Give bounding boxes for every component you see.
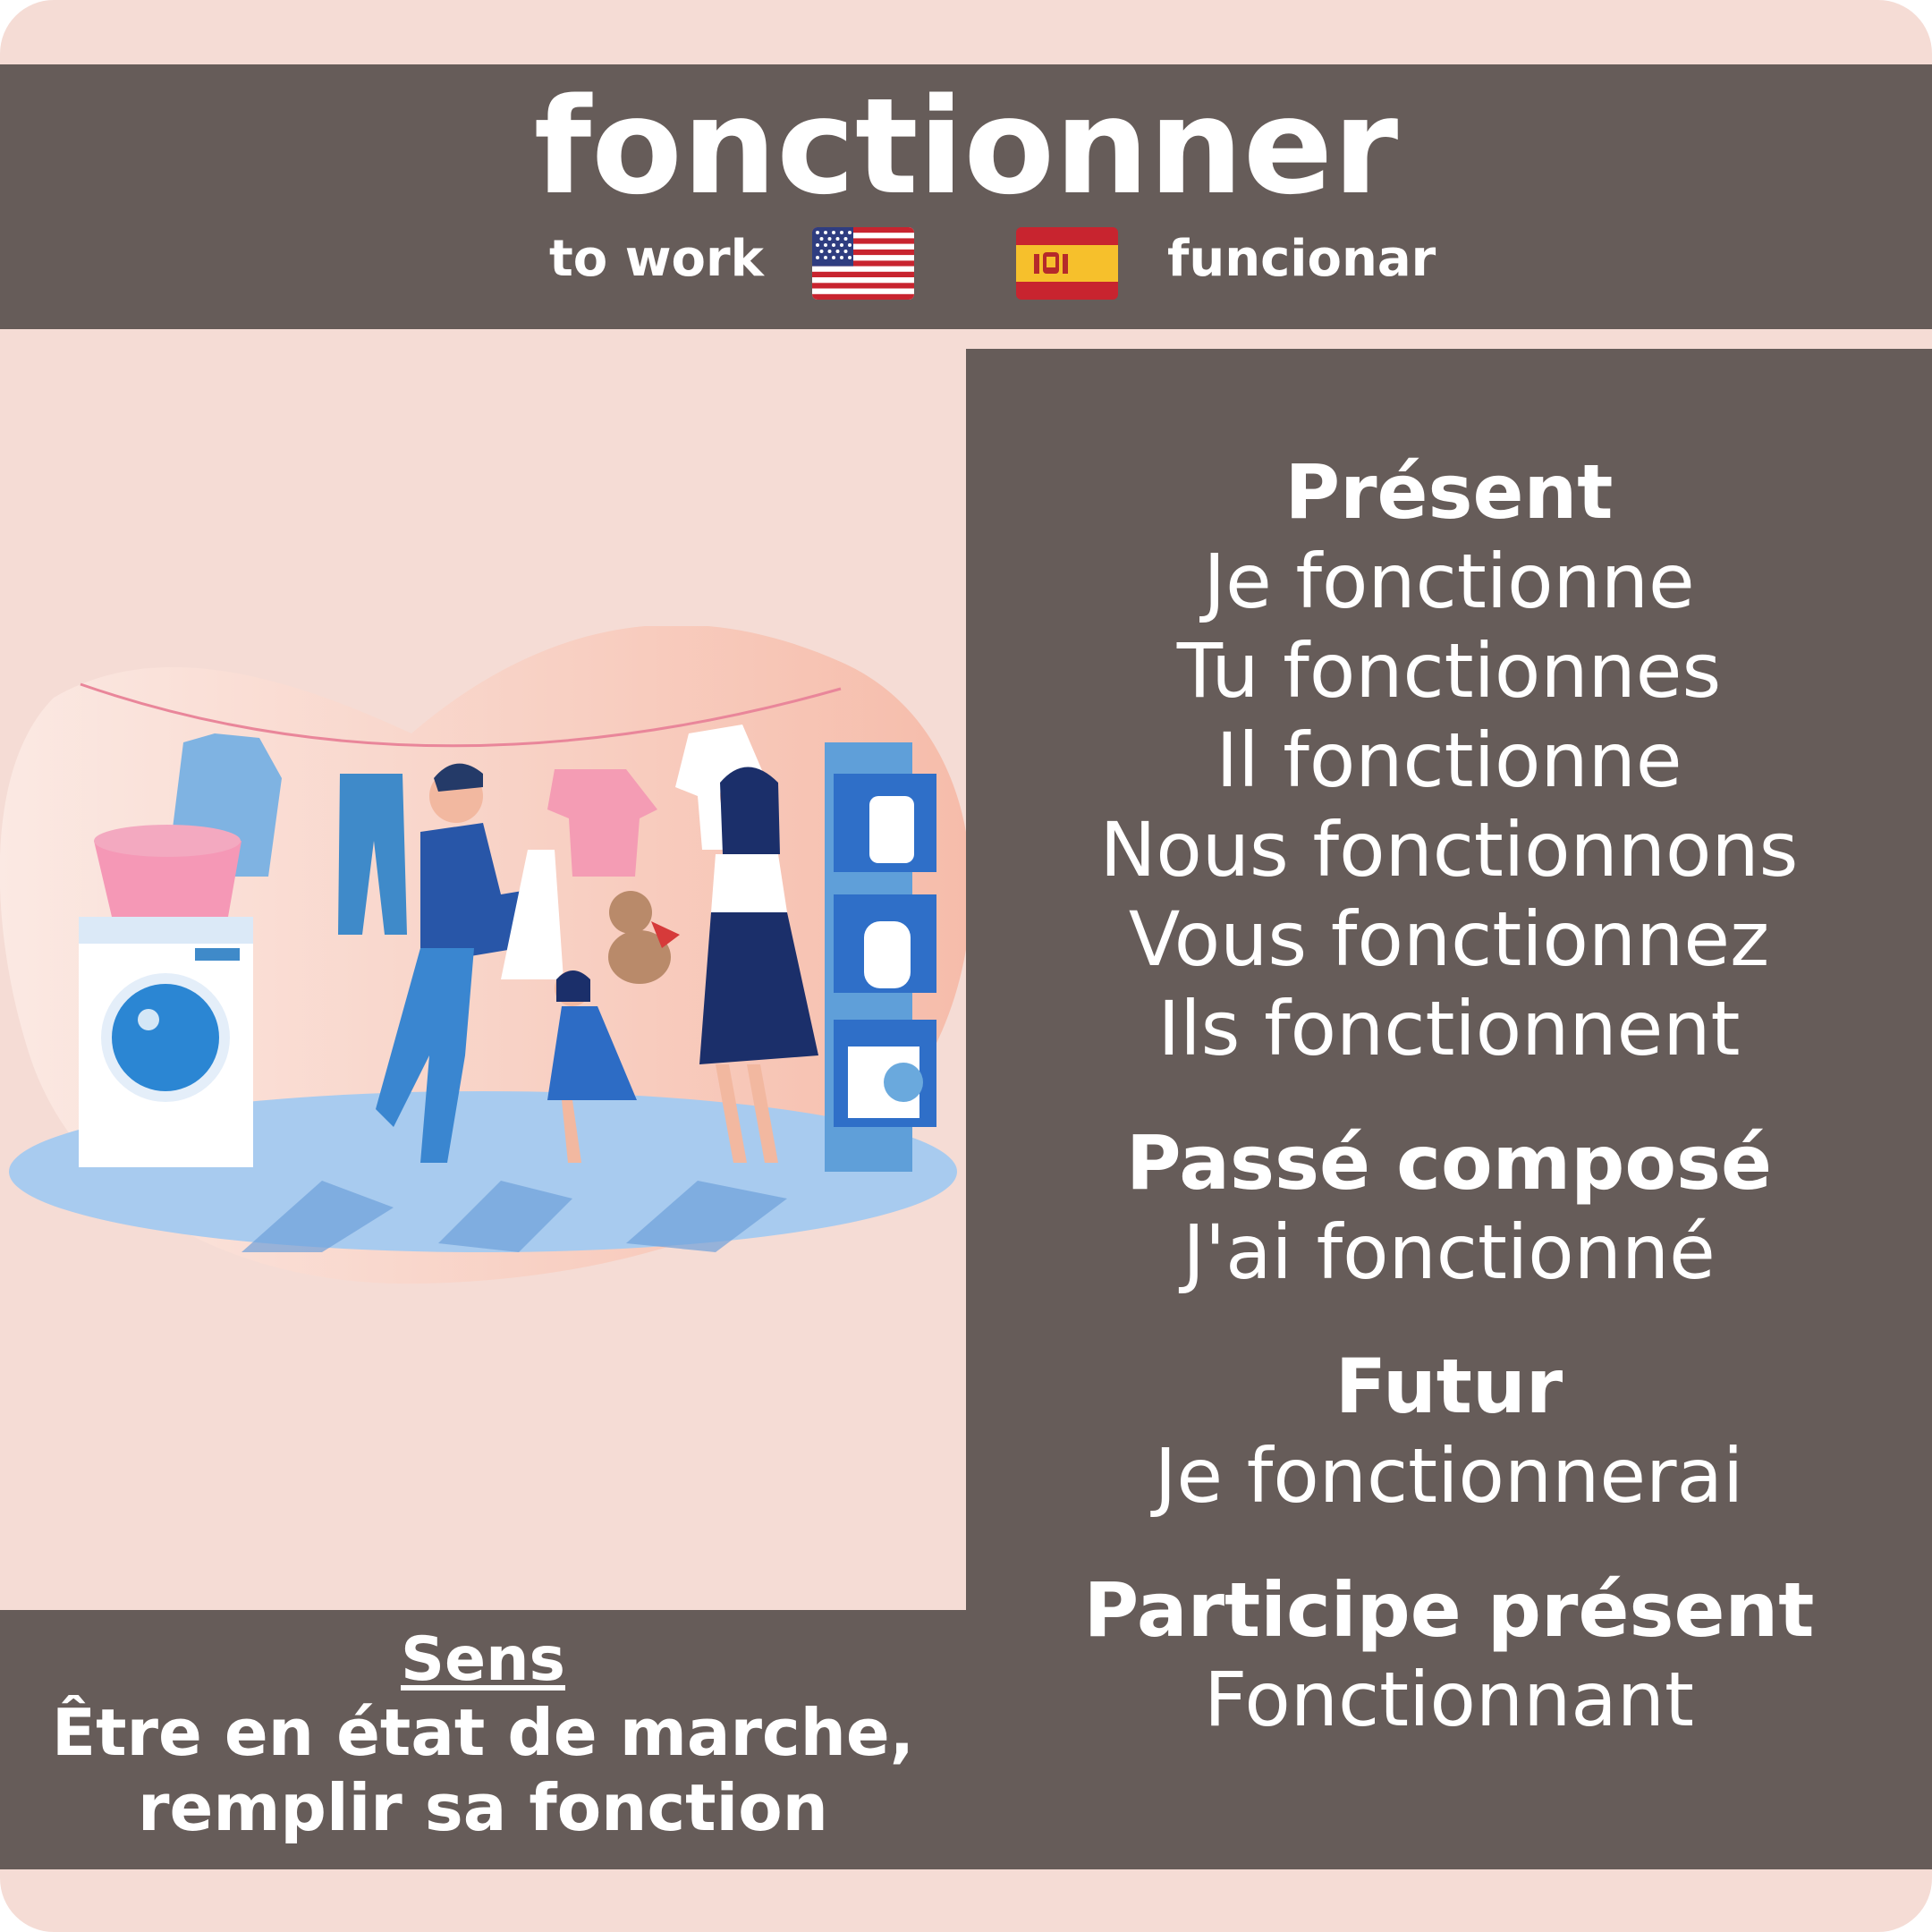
passe-compose-form: J'ai fonctionné xyxy=(1182,1208,1716,1296)
participe-present-label: Participe présent xyxy=(1083,1566,1815,1654)
meaning-line: remplir sa fonction xyxy=(138,1770,828,1845)
spain-flag-icon xyxy=(1016,227,1118,300)
meaning-text: Être en état de marche, remplir sa fonct… xyxy=(0,1695,966,1845)
present-label: Présent xyxy=(1284,448,1614,536)
meaning-label: Sens xyxy=(401,1624,565,1695)
passe-compose-label: Passé composé xyxy=(1125,1119,1773,1207)
verb-card: fonctionner to work funcionar Présent Je… xyxy=(0,0,1932,1932)
english-translation: to work xyxy=(549,230,764,288)
participe-present-form: Fonctionnant xyxy=(1204,1656,1694,1743)
us-flag-icon xyxy=(812,227,914,300)
meaning-line: Être en état de marche, xyxy=(51,1695,915,1770)
futur-form: Je fonctionnerai xyxy=(1154,1432,1744,1520)
futur-label: Futur xyxy=(1335,1343,1563,1430)
present-form: Il fonctionne xyxy=(1216,716,1682,804)
conjugation-list: Présent Je fonctionne Tu fonctionnes Il … xyxy=(966,447,1932,1744)
present-form: Nous fonctionnons xyxy=(1099,806,1799,894)
present-form: Vous fonctionnez xyxy=(1128,895,1770,983)
spanish-translation: funcionar xyxy=(1167,230,1436,288)
verb-title: fonctionner xyxy=(533,70,1399,224)
laundry-family-illustration xyxy=(0,624,971,1297)
present-form: Tu fonctionnes xyxy=(1176,627,1722,715)
present-form: Ils fonctionnent xyxy=(1157,985,1741,1072)
present-form: Je fonctionne xyxy=(1203,538,1695,625)
